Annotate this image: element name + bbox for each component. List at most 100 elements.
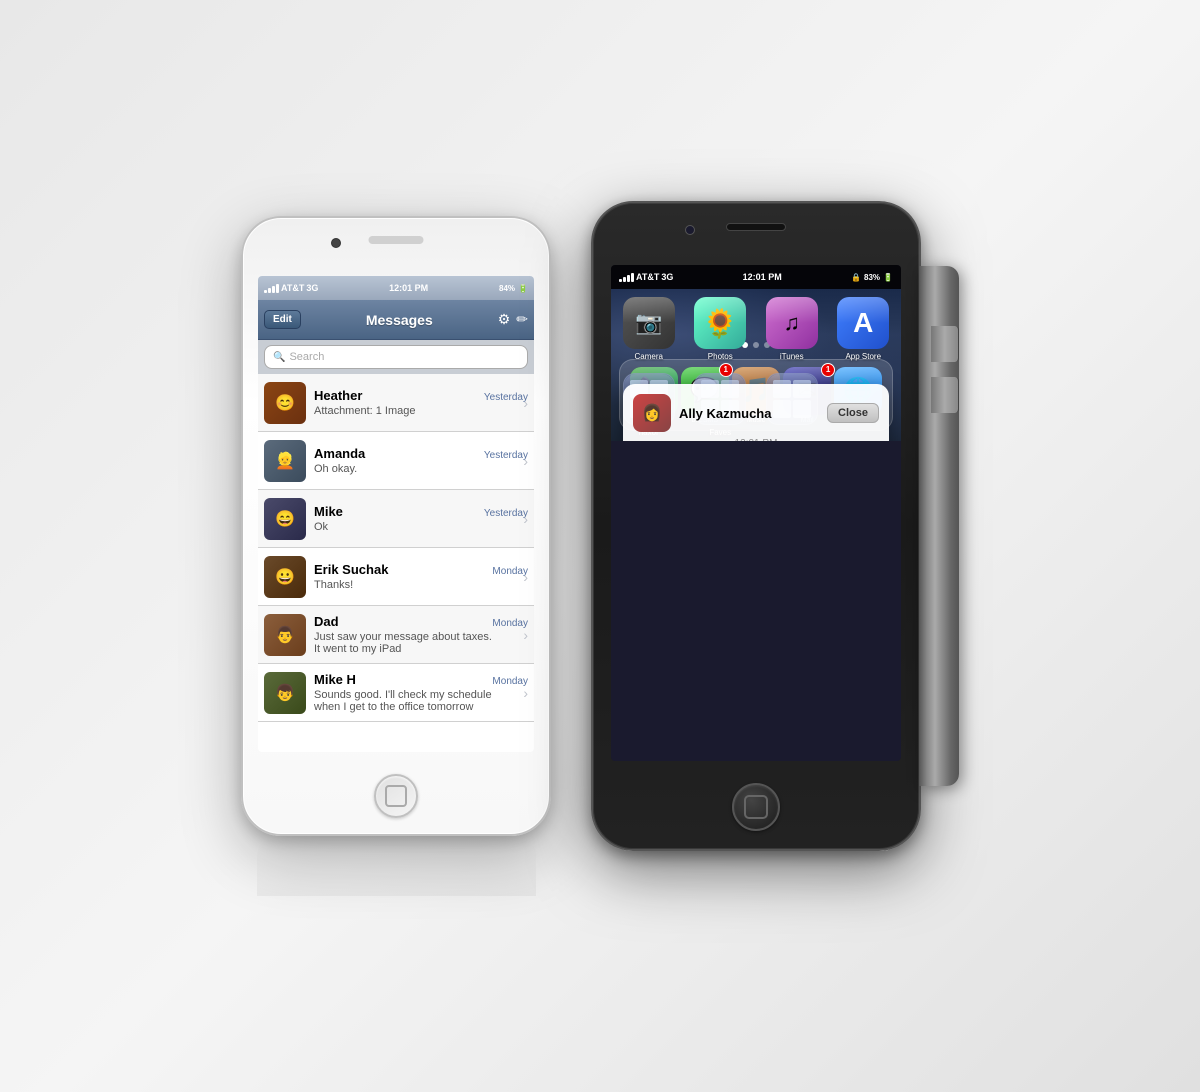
speaker-black [726, 223, 786, 231]
avatar: 👱 [264, 440, 306, 482]
black-battery: 83% [864, 273, 880, 282]
signal-bar-3 [272, 286, 275, 293]
list-item[interactable]: 😊 Heather Yesterday Attachment: 1 Image … [258, 374, 534, 432]
black-phone-body: AT&T 3G 12:01 PM 🔒 83% 🔋 [591, 201, 921, 851]
message-preview: Attachment: 1 Image [314, 405, 494, 417]
message-header: Mike Yesterday [314, 504, 528, 519]
black-home-button[interactable] [732, 783, 780, 831]
status-right: 84% 🔋 [499, 284, 528, 293]
battery-label: 84% [499, 284, 515, 293]
list-item[interactable]: 😄 Mike Yesterday Ok › [258, 490, 534, 548]
network-label: 3G [306, 283, 318, 293]
message-content: Erik Suchak Monday Thanks! [314, 562, 528, 591]
appstore-label: App Store [845, 352, 881, 361]
gear-icon[interactable]: ⚙ [498, 311, 511, 328]
app-icon-appstore[interactable]: A App Store [832, 297, 896, 361]
sender-name: Heather [314, 388, 362, 403]
messages-screen: AT&T 3G 12:01 PM 84% 🔋 Edit Messages ⚙ [258, 276, 534, 752]
photos-icon: 🌻 [694, 297, 746, 349]
messages-title: Messages [366, 312, 433, 328]
chevron-icon: › [523, 395, 528, 411]
signal-bars [619, 272, 634, 282]
list-item[interactable]: 👱 Amanda Yesterday Oh okay. › [258, 432, 534, 490]
notification-popup: 👩 Ally Kazmucha Close 12:01 PM #TeamJail… [623, 384, 889, 441]
camera-label: Camera [635, 352, 663, 361]
status-right-black: 🔒 83% 🔋 [851, 273, 893, 282]
signal-bar-2 [268, 288, 271, 293]
volume-up-button[interactable] [931, 326, 959, 362]
status-left: AT&T 3G [619, 272, 673, 282]
camera-icon: 📷 [623, 297, 675, 349]
front-camera-black [685, 225, 695, 235]
home-button-inner [385, 785, 407, 807]
list-item[interactable]: 👨 Dad Monday Just saw your message about… [258, 606, 534, 664]
app-icon-camera[interactable]: 📷 Camera [617, 297, 681, 361]
signal-bar-1 [619, 279, 622, 282]
status-left: AT&T 3G [264, 283, 318, 293]
list-item[interactable]: 😀 Erik Suchak Monday Thanks! › [258, 548, 534, 606]
search-bar[interactable]: 🔍 Search [264, 345, 528, 369]
sender-name: Erik Suchak [314, 562, 388, 577]
sender-name: Mike [314, 504, 343, 519]
homescreen: 📷 Camera 🌻 Photos ♫ iTunes [611, 289, 901, 441]
black-iphone: AT&T 3G 12:01 PM 🔒 83% 🔋 [591, 201, 921, 851]
black-carrier: AT&T [636, 272, 659, 282]
sender-name: Amanda [314, 446, 365, 461]
speaker [369, 236, 424, 244]
mail-badge: 1 [821, 363, 835, 377]
message-content: Mike H Monday Sounds good. I'll check my… [314, 672, 528, 713]
itunes-label: iTunes [780, 352, 804, 361]
avatar: 😀 [264, 556, 306, 598]
message-content: Heather Yesterday Attachment: 1 Image [314, 388, 528, 417]
message-header: Amanda Yesterday [314, 446, 528, 461]
chevron-icon: › [523, 511, 528, 527]
message-time: Yesterday [484, 450, 528, 461]
lock-icon: 🔒 [851, 273, 861, 282]
compose-icon[interactable]: ✏ [516, 311, 528, 328]
avatar: 👨 [264, 614, 306, 656]
volume-down-button[interactable] [931, 377, 959, 413]
itunes-icon: ♫ [766, 297, 818, 349]
list-item[interactable]: 👦 Mike H Monday Sounds good. I'll check … [258, 664, 534, 722]
avatar-placeholder: 👦 [264, 672, 306, 714]
sender-name: Dad [314, 614, 339, 629]
notif-sender-info: Ally Kazmucha [679, 406, 819, 421]
front-camera [331, 238, 341, 248]
black-time: 12:01 PM [743, 272, 782, 282]
message-content: Amanda Yesterday Oh okay. [314, 446, 528, 475]
message-header: Erik Suchak Monday [314, 562, 528, 577]
message-list: 😊 Heather Yesterday Attachment: 1 Image … [258, 374, 534, 722]
signal-bar-3 [627, 275, 630, 282]
nav-icons: ⚙ ✏ [498, 311, 528, 328]
scene: AT&T 3G 12:01 PM 84% 🔋 Edit Messages ⚙ [241, 201, 959, 851]
message-header: Heather Yesterday [314, 388, 528, 403]
message-header: Dad Monday [314, 614, 528, 629]
edit-button[interactable]: Edit [264, 310, 301, 329]
black-statusbar: AT&T 3G 12:01 PM 🔒 83% 🔋 [611, 265, 901, 289]
message-preview: Ok [314, 521, 494, 533]
avatar: 👦 [264, 672, 306, 714]
search-container: 🔍 Search [258, 340, 534, 374]
avatar: 😄 [264, 498, 306, 540]
signal-bar-2 [623, 277, 626, 282]
message-content: Mike Yesterday Ok [314, 504, 528, 533]
notification-header: 👩 Ally Kazmucha Close [633, 394, 879, 432]
message-preview: Oh okay. [314, 463, 494, 475]
black-network: 3G [661, 272, 673, 282]
app-icon-photos[interactable]: 🌻 Photos [689, 297, 753, 361]
avatar-placeholder: 😊 [264, 382, 306, 424]
home-button[interactable] [374, 774, 418, 818]
message-preview: Thanks! [314, 579, 494, 591]
black-home-button-inner [744, 795, 768, 819]
signal-bar-4 [276, 284, 279, 293]
close-button[interactable]: Close [827, 403, 879, 423]
chevron-icon: › [523, 453, 528, 469]
search-icon: 🔍 [273, 352, 285, 363]
white-iphone: AT&T 3G 12:01 PM 84% 🔋 Edit Messages ⚙ [241, 216, 551, 836]
message-preview: Sounds good. I'll check my schedule when… [314, 689, 494, 713]
avatar: 😊 [264, 382, 306, 424]
sender-name: Mike H [314, 672, 356, 687]
avatar-placeholder: 😄 [264, 498, 306, 540]
app-icon-itunes[interactable]: ♫ iTunes [760, 297, 824, 361]
notif-time: 12:01 PM [633, 438, 879, 441]
